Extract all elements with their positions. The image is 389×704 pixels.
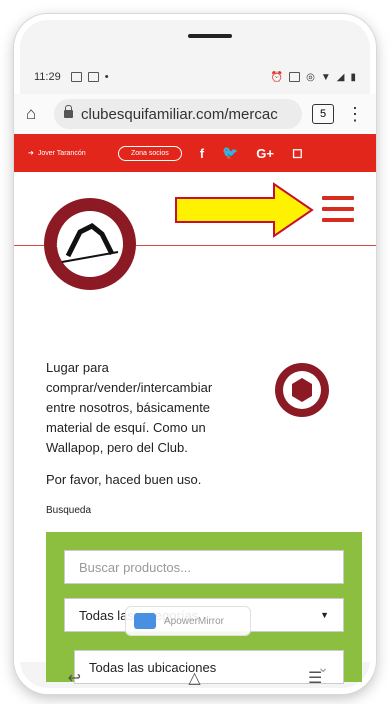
search-input[interactable]: Buscar productos... (64, 550, 344, 584)
apowermirror-watermark: ApowerMirror (125, 606, 251, 636)
image-icon (70, 72, 82, 82)
signal-icon: ◢ (336, 71, 345, 83)
status-time: 11:29 (34, 71, 61, 83)
facebook-icon[interactable]: f (200, 146, 204, 161)
page-content: ✱ ✱ Lugar para comprar/vender/intercambi… (14, 172, 376, 684)
svg-text:✱: ✱ (117, 241, 124, 250)
search-label: Busqueda (46, 505, 92, 516)
user-link[interactable]: ➜ Jover Tarancón (28, 149, 118, 158)
top-red-bar: ➜ Jover Tarancón Zona socios f 🐦 G+ ◻ (14, 134, 376, 172)
nfc-icon: ◎ (306, 71, 315, 83)
dot-icon: • (104, 71, 109, 83)
description-text: Lugar para comprar/vender/intercambiar e… (46, 360, 213, 455)
battery-icon: ▮ (350, 71, 356, 83)
zona-socios-button[interactable]: Zona socios (118, 145, 182, 161)
back-icon[interactable]: ↩ (68, 668, 81, 688)
apowermirror-logo-icon (134, 613, 156, 629)
wifi-icon: ▼ (320, 71, 331, 83)
vibrate-icon (289, 72, 301, 82)
url-field[interactable]: clubesquifamiliar.com/mercac (54, 99, 302, 129)
instagram-icon[interactable]: ◻ (292, 145, 303, 161)
address-bar: ⌂ clubesquifamiliar.com/mercac 5 ⋮ (14, 94, 376, 134)
login-icon: ➜ (28, 150, 34, 157)
recents-icon[interactable]: ☰ (308, 668, 322, 688)
status-bar: 11:29 • ⏰ ◎ ▼ ◢ ▮ (14, 64, 376, 90)
notch (188, 34, 232, 38)
url-text: clubesquifamiliar.com/mercac (81, 105, 278, 123)
phone-frame: 11:29 • ⏰ ◎ ▼ ◢ ▮ ⌂ clubesquifamiliar.co… (14, 14, 376, 694)
watermark-label: ApowerMirror (164, 615, 225, 627)
android-nav-bar: ↩ △ ☰ (14, 662, 376, 694)
club-logo[interactable]: ✱ ✱ (42, 196, 138, 292)
hamburger-menu-icon[interactable] (322, 196, 354, 229)
home-icon[interactable]: ⌂ (26, 104, 54, 124)
google-plus-icon[interactable]: G+ (256, 146, 274, 161)
tabs-button[interactable]: 5 (312, 104, 334, 124)
club-logo-small (275, 363, 329, 417)
lock-icon (64, 105, 73, 118)
usage-note: Por favor, haced buen uso. (46, 472, 202, 487)
svg-text:✱: ✱ (56, 241, 63, 250)
alarm-icon: ⏰ (270, 71, 284, 83)
yellow-arrow-icon (175, 182, 314, 238)
photo-icon (87, 72, 99, 82)
twitter-icon[interactable]: 🐦 (222, 145, 238, 161)
caret-down-icon: ▼ (320, 610, 329, 620)
user-name: Jover Tarancón (37, 149, 86, 157)
overflow-menu-icon[interactable]: ⋮ (346, 104, 364, 125)
home-nav-icon[interactable]: △ (188, 668, 200, 688)
